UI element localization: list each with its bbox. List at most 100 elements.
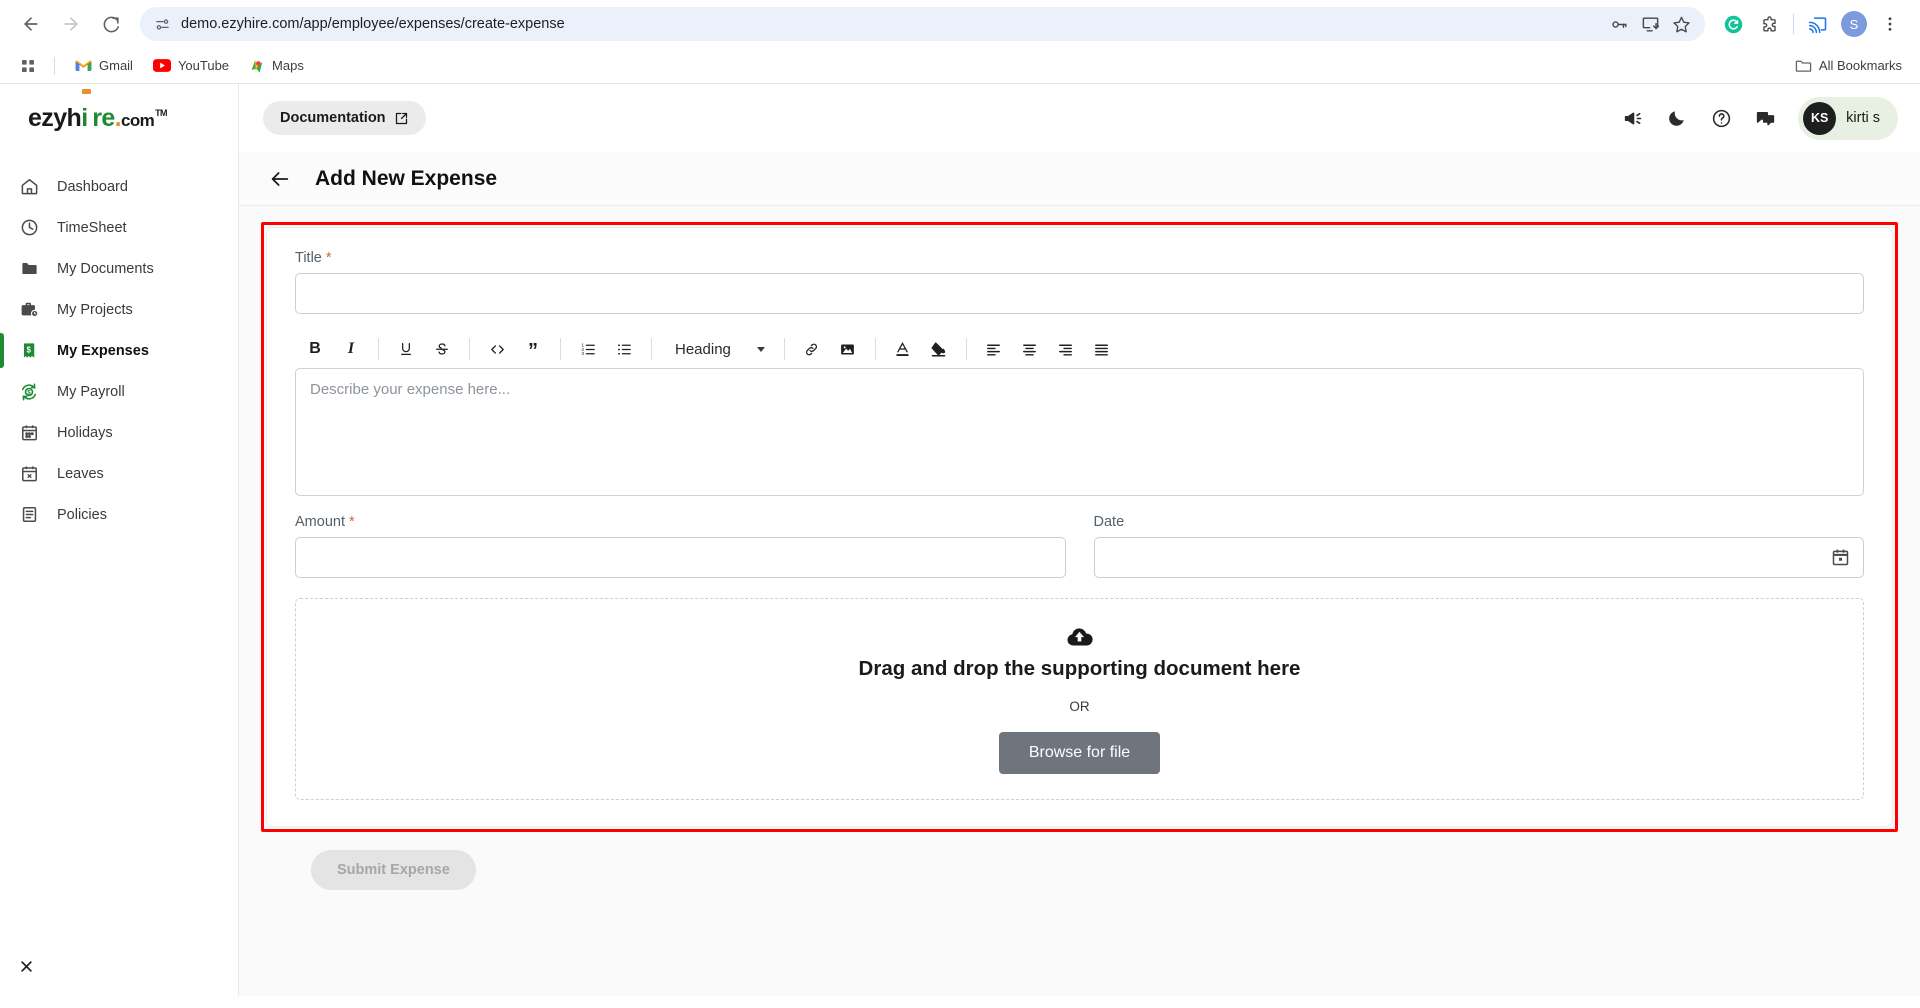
underline-button[interactable]: [391, 334, 421, 364]
dark-mode-moon-icon[interactable]: [1664, 105, 1690, 131]
calendar-picker-icon[interactable]: [1830, 547, 1851, 568]
sidebar-item-holidays[interactable]: Holidays: [0, 412, 238, 453]
blockquote-button[interactable]: ”: [518, 334, 548, 364]
grammarly-icon[interactable]: [1717, 8, 1749, 40]
cloud-upload-icon: [1066, 625, 1093, 653]
ordered-list-button[interactable]: 123: [573, 334, 603, 364]
toolbar-divider: [378, 338, 379, 360]
description-textarea[interactable]: Describe your expense here...: [295, 368, 1864, 496]
submit-expense-button[interactable]: Submit Expense: [311, 850, 476, 890]
logo-trademark: TM: [155, 107, 167, 118]
page-header: Add New Expense: [239, 152, 1920, 206]
profile-initial: S: [1841, 11, 1867, 37]
site-settings-icon[interactable]: [154, 16, 171, 33]
sidebar-item-my-projects[interactable]: My Projects: [0, 289, 238, 330]
form-footer: Submit Expense: [261, 832, 1898, 890]
page-title: Add New Expense: [315, 166, 498, 190]
image-button[interactable]: [833, 334, 863, 364]
password-key-icon[interactable]: [1610, 15, 1629, 34]
browser-toolbar: demo.ezyhire.com/app/employee/expenses/c…: [0, 0, 1920, 48]
text-color-button[interactable]: [888, 334, 918, 364]
annotation-highlight: Title * B I ” 1 2 3 Heading Describe you…: [261, 222, 1898, 832]
amount-field-group: Amount *: [295, 514, 1066, 578]
bookmark-gmail[interactable]: Gmail: [67, 54, 141, 77]
bookmarks-bar: Gmail YouTube Maps All Bookmarks: [0, 48, 1920, 84]
all-bookmarks-button[interactable]: All Bookmarks: [1795, 58, 1906, 73]
announcement-megaphone-icon[interactable]: [1620, 105, 1646, 131]
maps-icon: [249, 58, 265, 74]
forward-arrow-icon: [54, 7, 88, 41]
toolbar-divider: [783, 338, 785, 360]
document-lines-icon: [18, 504, 40, 526]
date-input[interactable]: [1093, 537, 1864, 578]
highlight-color-button[interactable]: [924, 334, 954, 364]
strikethrough-button[interactable]: [427, 334, 457, 364]
align-center-button[interactable]: [1015, 334, 1045, 364]
title-input[interactable]: [295, 273, 1864, 314]
align-left-button[interactable]: [979, 334, 1009, 364]
user-menu[interactable]: KS kirti s: [1798, 96, 1898, 140]
sidebar-item-dashboard[interactable]: Dashboard: [0, 166, 238, 207]
bookmark-maps[interactable]: Maps: [241, 54, 312, 78]
browser-extension-icons: S: [1717, 8, 1906, 40]
sidebar-item-label: My Expenses: [57, 342, 149, 359]
toolbar-divider: [1793, 14, 1794, 34]
sidebar-item-label: Dashboard: [57, 178, 128, 195]
logo-part2: re: [92, 103, 115, 132]
toolbar-divider: [560, 338, 561, 360]
all-bookmarks-label: All Bookmarks: [1818, 58, 1902, 73]
toolbar-divider: [874, 338, 876, 360]
browse-for-file-button[interactable]: Browse for file: [998, 731, 1161, 774]
cast-icon[interactable]: [1802, 8, 1834, 40]
chrome-profile-avatar[interactable]: S: [1838, 8, 1870, 40]
amount-label: Amount *: [295, 514, 355, 530]
calendar-icon: [18, 422, 40, 444]
file-dropzone[interactable]: Drag and drop the supporting document he…: [295, 598, 1864, 800]
sidebar-item-leaves[interactable]: Leaves: [0, 453, 238, 494]
help-question-icon[interactable]: [1708, 105, 1734, 131]
reload-icon[interactable]: [94, 7, 128, 41]
code-button[interactable]: [482, 334, 512, 364]
url-text: demo.ezyhire.com/app/employee/expenses/c…: [181, 16, 565, 32]
date-field-group: Date: [1093, 514, 1864, 578]
sidebar-nav: Dashboard TimeSheet My Documents My Proj…: [0, 166, 238, 535]
logo-tie-icon: i: [81, 88, 92, 133]
editor-toolbar: B I ” 1 2 3 Heading: [295, 330, 1864, 368]
bullet-list-button[interactable]: [609, 334, 639, 364]
heading-select[interactable]: Heading: [665, 338, 771, 361]
documentation-button[interactable]: Documentation: [263, 101, 426, 135]
extensions-puzzle-icon[interactable]: [1753, 8, 1785, 40]
bold-button[interactable]: B: [300, 334, 330, 364]
back-arrow-icon[interactable]: [14, 7, 48, 41]
install-app-icon[interactable]: [1641, 15, 1660, 34]
sidebar-item-label: Policies: [57, 506, 107, 523]
dropzone-or-label: OR: [1069, 698, 1090, 714]
align-right-button[interactable]: [1051, 334, 1081, 364]
sidebar-item-my-payroll[interactable]: $ My Payroll: [0, 371, 238, 412]
bookmark-label: YouTube: [177, 58, 230, 73]
bookmark-youtube[interactable]: YouTube: [145, 54, 237, 77]
three-dot-menu-icon[interactable]: [1874, 8, 1906, 40]
sidebar-item-policies[interactable]: Policies: [0, 494, 238, 535]
amount-input[interactable]: [295, 537, 1066, 578]
svg-text:$: $: [26, 345, 31, 354]
svg-text:3: 3: [581, 351, 584, 357]
address-bar[interactable]: demo.ezyhire.com/app/employee/expenses/c…: [140, 7, 1705, 41]
toolbar-divider: [469, 338, 470, 360]
apps-grid-icon[interactable]: [14, 52, 42, 80]
receipt-dollar-icon: $: [18, 340, 40, 362]
link-button[interactable]: [797, 334, 827, 364]
chat-bubble-icon[interactable]: [1752, 105, 1778, 131]
page-content: Title * B I ” 1 2 3 Heading Describe you…: [239, 206, 1920, 996]
folder-icon: [18, 258, 40, 280]
back-arrow-icon[interactable]: [267, 166, 293, 192]
calendar-x-icon: [18, 463, 40, 485]
sidebar-item-my-documents[interactable]: My Documents: [0, 248, 238, 289]
logo[interactable]: ezyh i re. com TM: [0, 84, 238, 152]
sidebar-item-timesheet[interactable]: TimeSheet: [0, 207, 238, 248]
italic-button[interactable]: I: [336, 334, 366, 364]
sidebar-item-my-expenses[interactable]: $ My Expenses: [0, 330, 238, 371]
close-icon[interactable]: [14, 954, 38, 978]
align-justify-button[interactable]: [1087, 334, 1117, 364]
bookmark-star-icon[interactable]: [1672, 15, 1691, 34]
